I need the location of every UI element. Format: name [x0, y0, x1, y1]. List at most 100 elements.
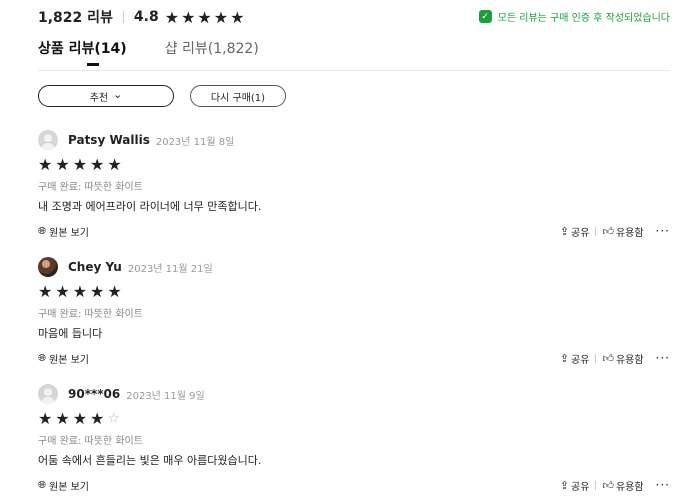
review-header: Chey Yu 2023년 11월 21일	[38, 257, 670, 277]
review-stars: ★ ★ ★ ★ ★	[38, 156, 670, 174]
helpful-button[interactable]: 👍︎ 유용함	[602, 351, 643, 366]
review-stars: ★ ★ ★ ★ ☆	[38, 410, 670, 428]
share-icon: ⇪	[559, 478, 570, 492]
star-empty-icon: ☆	[107, 411, 120, 427]
purchased-variant: 구매 완료: 따뜻한 화이트	[38, 436, 143, 447]
review-summary: 1,822 리뷰 4.8 ★ ★ ★ ★ ★	[38, 7, 244, 27]
star-icon: ★	[55, 155, 70, 174]
view-original-button[interactable]: 🌐︎ 원본 보기	[38, 478, 89, 493]
star-icon: ★	[72, 282, 88, 301]
action-divider	[595, 226, 597, 236]
view-original-label: 원본 보기	[49, 354, 89, 366]
review-header: 90***06 2023년 11월 9일	[38, 384, 670, 404]
avatar	[38, 130, 58, 150]
star-icon: ★	[213, 7, 229, 27]
review-text: 어둠 속에서 흔들리는 빛은 매우 아름다웠습니다.	[38, 454, 262, 467]
share-label: 공유	[571, 481, 590, 493]
review-action-group: ⇪ 공유 👍︎ 유용함 ···	[560, 351, 670, 366]
review-actions: 🌐︎ 원본 보기 ⇪ 공유 👍︎ 유용함 ···	[38, 223, 670, 239]
thumbs-up-icon: 👍︎	[602, 351, 614, 365]
share-label: 공유	[571, 227, 590, 239]
star-icon: ★	[72, 409, 88, 428]
review-action-group: ⇪ 공유 👍︎ 유용함 ···	[560, 224, 670, 239]
verified-purchase-notice: ✓ 모든 리뷰는 구매 인증 후 작성되었습니다	[478, 9, 670, 24]
repurchase-filter-button[interactable]: 다시 구매(1)	[190, 85, 286, 107]
review-stars: ★ ★ ★ ★ ★	[38, 283, 670, 301]
star-icon: ★	[38, 282, 53, 301]
view-original-label: 원본 보기	[49, 481, 89, 493]
review-actions: 🌐︎ 원본 보기 ⇪ 공유 👍︎ 유용함 ···	[38, 350, 670, 366]
star-icon: ★	[197, 7, 212, 27]
helpful-button[interactable]: 👍︎ 유용함	[602, 224, 643, 239]
share-label: 공유	[571, 354, 590, 366]
tabs-divider	[38, 70, 670, 71]
review-item: 90***06 2023년 11월 9일 ★ ★ ★ ★ ☆ 구매 완료: 따뜻…	[38, 384, 670, 493]
average-rating: 4.8	[133, 9, 159, 25]
sort-label: 추천	[89, 92, 109, 104]
action-divider	[595, 480, 597, 490]
review-text: 내 조명과 에어프라이 라이너에 너무 만족합니다.	[38, 200, 262, 213]
review-filters: 추천 ⌄ 다시 구매(1)	[38, 85, 286, 107]
star-icon: ★	[55, 282, 70, 301]
more-options-button[interactable]: ···	[656, 224, 670, 238]
star-icon: ★	[55, 409, 70, 428]
star-icon: ★	[164, 7, 180, 27]
review-count: 1,822 리뷰	[38, 10, 113, 26]
share-icon: ⇪	[559, 351, 570, 365]
star-icon: ★	[90, 409, 105, 428]
star-icon: ★	[107, 155, 122, 174]
view-original-button[interactable]: 🌐︎ 원본 보기	[38, 224, 89, 239]
more-options-button[interactable]: ···	[656, 478, 670, 492]
avatar	[38, 384, 58, 404]
star-icon: ★	[181, 7, 196, 27]
reviewer-name[interactable]: Chey Yu	[68, 260, 122, 274]
share-icon: ⇪	[559, 224, 570, 238]
review-date: 2023년 11월 8일	[155, 136, 235, 148]
summary-divider	[122, 11, 124, 23]
verified-text: 모든 리뷰는 구매 인증 후 작성되었습니다	[497, 13, 670, 24]
share-button[interactable]: ⇪ 공유	[560, 224, 590, 239]
view-original-label: 원본 보기	[49, 227, 89, 239]
sort-dropdown[interactable]: 추천 ⌄	[38, 85, 174, 107]
star-icon: ★	[72, 155, 88, 174]
review-actions: 🌐︎ 원본 보기 ⇪ 공유 👍︎ 유용함 ···	[38, 477, 670, 493]
avatar	[38, 257, 58, 277]
helpful-label: 유용함	[615, 227, 644, 239]
review-tabs: 상품 리뷰(14) 샵 리뷰(1,822)	[38, 38, 259, 66]
review-item: Patsy Wallis 2023년 11월 8일 ★ ★ ★ ★ ★ 구매 완…	[38, 130, 670, 239]
share-button[interactable]: ⇪ 공유	[560, 478, 590, 493]
reviewer-name[interactable]: Patsy Wallis	[68, 133, 150, 147]
review-date: 2023년 11월 9일	[126, 390, 205, 402]
star-icon: ★	[90, 282, 105, 301]
chevron-down-icon: ⌄	[113, 87, 123, 101]
tab-shop-reviews[interactable]: 샵 리뷰(1,822)	[165, 38, 259, 66]
share-button[interactable]: ⇪ 공유	[560, 351, 590, 366]
reviewer-name[interactable]: 90***06	[68, 387, 120, 401]
globe-icon: 🌐︎	[38, 479, 46, 491]
helpful-button[interactable]: 👍︎ 유용함	[602, 478, 643, 493]
helpful-label: 유용함	[615, 481, 644, 493]
tab-product-reviews[interactable]: 상품 리뷰(14)	[38, 38, 127, 66]
helpful-label: 유용함	[615, 354, 644, 366]
average-rating-stars: ★ ★ ★ ★ ★	[165, 8, 245, 27]
star-icon: ★	[90, 155, 105, 174]
purchased-variant: 구매 완료: 따뜻한 화이트	[38, 309, 143, 320]
view-original-button[interactable]: 🌐︎ 원본 보기	[38, 351, 89, 366]
review-header: Patsy Wallis 2023년 11월 8일	[38, 130, 670, 150]
globe-icon: 🌐︎	[38, 352, 46, 364]
review-item: Chey Yu 2023년 11월 21일 ★ ★ ★ ★ ★ 구매 완료: 따…	[38, 257, 670, 366]
globe-icon: 🌐︎	[38, 225, 46, 237]
thumbs-up-icon: 👍︎	[602, 478, 614, 492]
star-icon: ★	[230, 7, 245, 27]
more-options-button[interactable]: ···	[656, 351, 670, 365]
review-action-group: ⇪ 공유 👍︎ 유용함 ···	[560, 478, 670, 493]
purchased-variant: 구매 완료: 따뜻한 화이트	[38, 182, 143, 193]
review-date: 2023년 11월 21일	[127, 263, 213, 275]
action-divider	[595, 353, 597, 363]
review-text: 마음에 듭니다	[38, 327, 103, 340]
thumbs-up-icon: 👍︎	[602, 224, 614, 238]
shield-check-icon: ✓	[478, 10, 492, 23]
star-icon: ★	[38, 155, 53, 174]
star-icon: ★	[107, 282, 122, 301]
star-icon: ★	[38, 409, 53, 428]
